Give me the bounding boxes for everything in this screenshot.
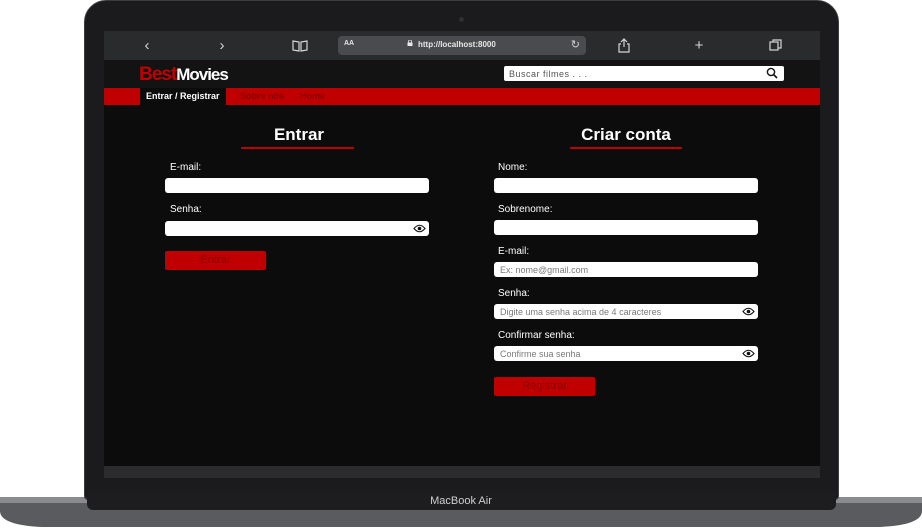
signup-password-field xyxy=(494,304,758,319)
page-footer-strip xyxy=(104,466,820,478)
forward-icon[interactable]: › xyxy=(212,37,232,54)
signup-password-label: Senha: xyxy=(498,288,530,299)
search-box xyxy=(504,66,784,81)
url-text: http://localhost:8000 xyxy=(418,40,496,49)
signup-email-input[interactable] xyxy=(500,263,738,276)
eye-icon[interactable] xyxy=(413,223,426,234)
login-password-input[interactable] xyxy=(171,222,409,235)
login-title: Entrar xyxy=(273,125,325,144)
new-tab-icon[interactable]: + xyxy=(689,37,709,54)
browser-window: ‹ › AA http://localhost:8000 ↻ + BestMov… xyxy=(104,31,820,478)
signup-surname-label: Sobrenome: xyxy=(498,204,553,215)
nav-item-home[interactable]: Home xyxy=(300,88,325,105)
login-email-field xyxy=(165,178,429,193)
back-icon[interactable]: ‹ xyxy=(137,37,157,54)
lock-icon xyxy=(407,40,413,46)
eye-icon[interactable] xyxy=(742,348,755,359)
login-email-input[interactable] xyxy=(171,179,409,192)
eye-icon[interactable] xyxy=(742,306,755,317)
reload-icon[interactable]: ↻ xyxy=(571,38,580,51)
signup-confirm-field xyxy=(494,346,758,361)
signup-name-field xyxy=(494,178,758,193)
tabs-icon[interactable] xyxy=(765,37,785,54)
reader-aa-button[interactable]: AA xyxy=(344,40,354,47)
main-nav: Entrar / Registrar Sobre nós Home xyxy=(104,88,820,105)
nav-item-login-register[interactable]: Entrar / Registrar xyxy=(140,88,226,105)
signup-surname-field xyxy=(494,220,758,235)
signup-email-field xyxy=(494,262,758,277)
share-icon[interactable] xyxy=(614,37,634,54)
nav-item-about[interactable]: Sobre nós xyxy=(240,88,284,105)
signup-name-input[interactable] xyxy=(500,179,738,192)
camera xyxy=(459,17,464,22)
signup-confirm-input[interactable] xyxy=(500,347,738,360)
login-password-label: Senha: xyxy=(170,204,202,215)
signup-name-label: Nome: xyxy=(498,162,528,173)
signup-submit-button[interactable]: Registrar xyxy=(494,377,595,396)
site-logo[interactable]: BestMovies xyxy=(139,65,229,85)
search-input[interactable] xyxy=(509,67,749,80)
signup-title-underline xyxy=(570,147,682,149)
device-label: MacBook Air xyxy=(430,495,492,507)
browser-toolbar: ‹ › AA http://localhost:8000 ↻ + xyxy=(104,31,820,60)
bookmarks-icon[interactable] xyxy=(290,37,310,54)
signup-surname-input[interactable] xyxy=(500,221,738,234)
address-bar[interactable]: AA http://localhost:8000 ↻ xyxy=(338,36,586,55)
login-password-field xyxy=(165,221,429,236)
search-icon[interactable] xyxy=(766,67,778,79)
signup-confirm-label: Confirmar senha: xyxy=(498,330,575,341)
signup-email-label: E-mail: xyxy=(498,246,530,257)
login-email-label: E-mail: xyxy=(170,162,202,173)
login-title-underline xyxy=(241,147,354,149)
signup-title: Criar conta xyxy=(581,125,671,144)
login-submit-button[interactable]: Entrar xyxy=(165,251,266,270)
signup-password-input[interactable] xyxy=(500,305,738,318)
